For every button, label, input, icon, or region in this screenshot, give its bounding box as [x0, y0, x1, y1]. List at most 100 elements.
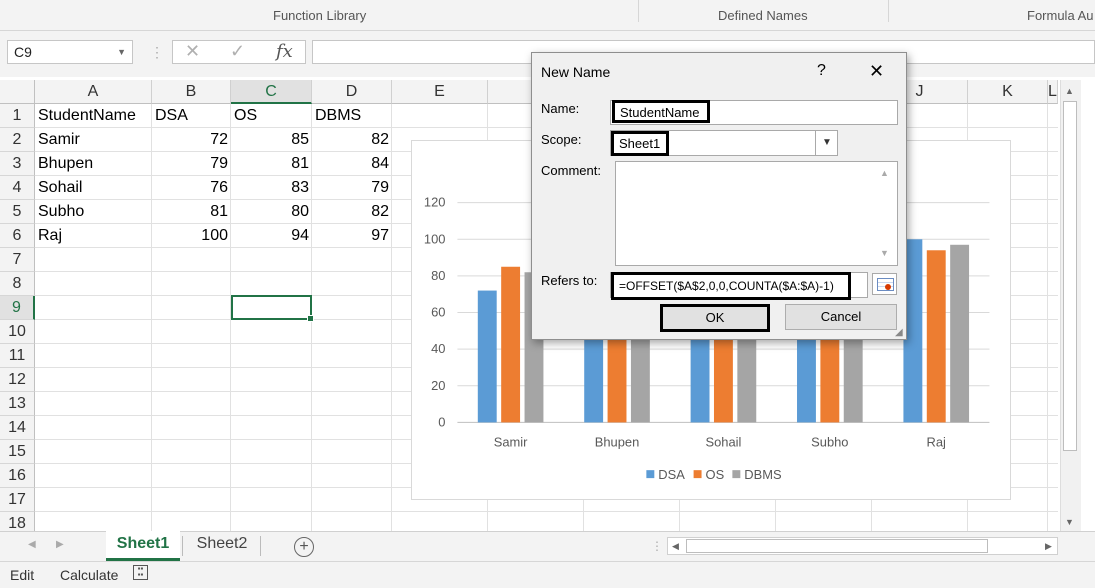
data-cell[interactable]: Bhupen: [38, 152, 93, 176]
ok-button[interactable]: OK: [660, 304, 770, 332]
ribbon-separator: [888, 0, 889, 22]
select-all-corner[interactable]: [0, 80, 35, 104]
chevron-down-icon[interactable]: ▼: [815, 131, 838, 155]
chevron-down-icon[interactable]: ▼: [117, 47, 126, 57]
scroll-left-icon[interactable]: ◀: [672, 541, 679, 552]
data-cell[interactable]: 72: [152, 128, 228, 152]
column-header-c[interactable]: C: [231, 80, 312, 104]
column-header-l[interactable]: L: [1048, 80, 1058, 104]
range-select-icon[interactable]: [872, 273, 897, 295]
ribbon-group-defined-names[interactable]: Defined Names: [718, 8, 808, 23]
bar-os: [926, 250, 946, 423]
data-cell[interactable]: 84: [312, 152, 389, 176]
column-title-cell[interactable]: DBMS: [315, 104, 361, 128]
data-cell[interactable]: 82: [312, 128, 389, 152]
data-cell[interactable]: Samir: [38, 128, 80, 152]
data-cell[interactable]: 94: [231, 224, 309, 248]
macro-record-icon[interactable]: ▪▪ ▪▪: [133, 565, 148, 580]
data-cell[interactable]: Raj: [38, 224, 62, 248]
tab-sheet2[interactable]: Sheet2: [184, 531, 260, 558]
name-box[interactable]: C9 ▼: [7, 40, 133, 64]
dialog-title: New Name: [541, 64, 611, 80]
name-field[interactable]: StudentName: [612, 100, 710, 123]
row-header-9[interactable]: 9: [0, 296, 35, 320]
ribbon-group-formula-auditing[interactable]: Formula Au: [1027, 8, 1093, 23]
comment-label: Comment:: [541, 163, 601, 178]
scroll-up-icon[interactable]: ▲: [1065, 86, 1074, 96]
scroll-right-icon[interactable]: ▶: [1045, 541, 1052, 552]
drag-handle-icon[interactable]: ⋮: [150, 44, 164, 61]
column-header-k[interactable]: K: [968, 80, 1048, 104]
column-header-a[interactable]: A: [35, 80, 152, 104]
row-header-7[interactable]: 7: [0, 248, 35, 272]
status-bar: Edit Calculate ▪▪ ▪▪: [0, 561, 1095, 588]
row-header-17[interactable]: 17: [0, 488, 35, 512]
row-header-16[interactable]: 16: [0, 464, 35, 488]
data-cell[interactable]: 81: [152, 200, 228, 224]
row-header-14[interactable]: 14: [0, 416, 35, 440]
row-header-11[interactable]: 11: [0, 344, 35, 368]
scroll-down-icon[interactable]: ▼: [1065, 517, 1074, 527]
data-cell[interactable]: 100: [152, 224, 228, 248]
row-header-1[interactable]: 1: [0, 104, 35, 128]
scroll-down-icon[interactable]: ▼: [880, 248, 889, 258]
column-title-cell[interactable]: OS: [234, 104, 257, 128]
vertical-scroll-thumb[interactable]: [1063, 101, 1077, 451]
row-header-3[interactable]: 3: [0, 152, 35, 176]
column-header-b[interactable]: B: [152, 80, 231, 104]
y-tick-label: 80: [431, 268, 445, 283]
tab-scroll-right-icon[interactable]: ▶: [56, 539, 64, 550]
row-header-2[interactable]: 2: [0, 128, 35, 152]
row-header-8[interactable]: 8: [0, 272, 35, 296]
column-title-cell[interactable]: DSA: [155, 104, 188, 128]
gridline-vertical: [1047, 104, 1048, 531]
data-cell[interactable]: 80: [231, 200, 309, 224]
column-title-cell[interactable]: StudentName: [38, 104, 136, 128]
add-sheet-icon[interactable]: +: [294, 537, 314, 557]
resize-grip-icon[interactable]: ◢: [895, 327, 903, 338]
scope-label: Scope:: [541, 132, 582, 147]
fx-icon[interactable]: fx: [276, 41, 293, 62]
row-header-15[interactable]: 15: [0, 440, 35, 464]
data-cell[interactable]: 79: [152, 152, 228, 176]
ribbon-group-function-library[interactable]: Function Library: [273, 8, 366, 23]
bar-dbms: [950, 244, 970, 423]
data-cell[interactable]: 83: [231, 176, 309, 200]
cancel-icon[interactable]: ✕: [185, 41, 200, 62]
status-mode: Edit: [10, 567, 35, 583]
data-cell[interactable]: 81: [231, 152, 309, 176]
column-header-e[interactable]: E: [392, 80, 488, 104]
row-header-5[interactable]: 5: [0, 200, 35, 224]
comment-field[interactable]: [615, 161, 898, 266]
row-header-4[interactable]: 4: [0, 176, 35, 200]
enter-icon[interactable]: ✓: [230, 41, 245, 62]
data-cell[interactable]: 97: [312, 224, 389, 248]
scroll-up-icon[interactable]: ▲: [880, 168, 889, 178]
close-icon[interactable]: ✕: [869, 61, 884, 82]
data-cell[interactable]: Sohail: [38, 176, 82, 200]
data-cell[interactable]: 85: [231, 128, 309, 152]
cancel-button[interactable]: Cancel: [785, 304, 897, 330]
data-cell[interactable]: 79: [312, 176, 389, 200]
selected-cell[interactable]: [231, 295, 314, 322]
scope-value[interactable]: Sheet1: [611, 131, 669, 156]
data-cell[interactable]: 76: [152, 176, 228, 200]
drag-handle-icon[interactable]: ⋮: [651, 539, 663, 553]
tab-sheet1[interactable]: Sheet1: [106, 531, 180, 561]
data-cell[interactable]: 82: [312, 200, 389, 224]
horizontal-scroll-thumb[interactable]: [686, 539, 988, 553]
help-icon[interactable]: ?: [817, 62, 826, 80]
row-header-12[interactable]: 12: [0, 368, 35, 392]
x-tick-label: Samir: [494, 434, 528, 449]
tab-scroll-left-icon[interactable]: ◀: [28, 539, 36, 550]
row-header-6[interactable]: 6: [0, 224, 35, 248]
column-header-d[interactable]: D: [312, 80, 392, 104]
refers-to-field[interactable]: =OFFSET($A$2,0,0,COUNTA($A:$A)-1): [611, 272, 851, 300]
status-calculate[interactable]: Calculate: [60, 567, 118, 583]
row-header-10[interactable]: 10: [0, 320, 35, 344]
data-cell[interactable]: Subho: [38, 200, 84, 224]
legend-label: OS: [706, 467, 725, 482]
row-header-13[interactable]: 13: [0, 392, 35, 416]
gridline-vertical: [391, 104, 392, 531]
x-tick-label: Sohail: [705, 434, 741, 449]
